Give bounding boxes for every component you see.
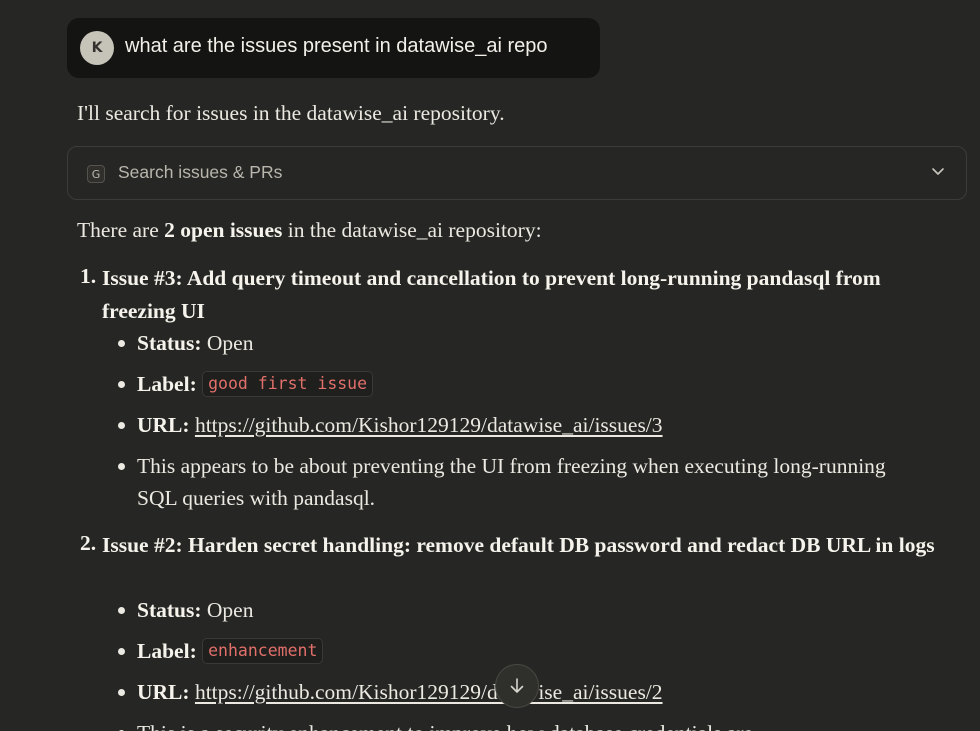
issue-number: 2. (80, 531, 97, 555)
bullet-dot (118, 689, 125, 696)
issue-url: URL: https://github.com/Kishor129129/dat… (118, 409, 897, 441)
scroll-to-bottom-button[interactable] (495, 664, 539, 708)
url-label: URL: (137, 680, 190, 704)
user-message-text: what are the issues present in datawise_… (125, 35, 548, 57)
status-label: Status: (137, 331, 202, 355)
label-label: Label: (137, 639, 197, 663)
summary-prefix: There are (77, 218, 165, 242)
issue-title: Issue #2: Harden secret handling: remove… (102, 533, 935, 557)
label-tag: good first issue (202, 371, 374, 397)
label-tag: enhancement (202, 638, 324, 664)
url-label: URL: (137, 413, 190, 437)
issue-note: This appears to be about preventing the … (118, 450, 897, 514)
status-value: Open (206, 331, 254, 355)
note-text: This is a security enhancement to improv… (137, 721, 753, 731)
user-avatar: K (80, 31, 114, 65)
chevron-down-icon[interactable] (928, 161, 948, 181)
github-tool-icon: G (87, 165, 105, 183)
bullet-dot (118, 648, 125, 655)
issue-label: Label: good first issue (118, 368, 897, 400)
issues-summary: There are 2 open issues in the datawise_… (77, 218, 542, 243)
issue-url-link[interactable]: https://github.com/Kishor129129/datawise… (195, 413, 663, 437)
tool-call-search-issues[interactable]: G Search issues & PRs (67, 146, 967, 200)
label-label: Label: (137, 372, 197, 396)
bullet-dot (118, 381, 125, 388)
status-label: Status: (137, 598, 202, 622)
status-value: Open (206, 598, 254, 622)
bullet-dot (118, 340, 125, 347)
issue-status: Status: Open (118, 327, 897, 359)
bullet-dot (118, 422, 125, 429)
summary-suffix: in the datawise_ai repository: (282, 218, 542, 242)
issue-number: 1. (80, 264, 97, 288)
issue-note: This is a security enhancement to improv… (118, 717, 897, 731)
issue-title: Issue #3: Add query timeout and cancella… (102, 266, 881, 323)
bullet-dot (118, 463, 125, 470)
issue-label: Label: enhancement (118, 635, 897, 667)
user-message-bubble: K what are the issues present in datawis… (67, 18, 600, 78)
issue-url-link[interactable]: https://github.com/Kishor129129/datawise… (195, 680, 663, 704)
summary-count: 2 open issues (164, 218, 283, 242)
issue-status: Status: Open (118, 594, 897, 626)
tool-call-label: Search issues & PRs (118, 162, 283, 182)
arrow-down-icon (510, 678, 524, 693)
assistant-intro: I'll search for issues in the datawise_a… (77, 101, 505, 125)
bullet-dot (118, 607, 125, 614)
note-text: This appears to be about preventing the … (137, 454, 886, 510)
